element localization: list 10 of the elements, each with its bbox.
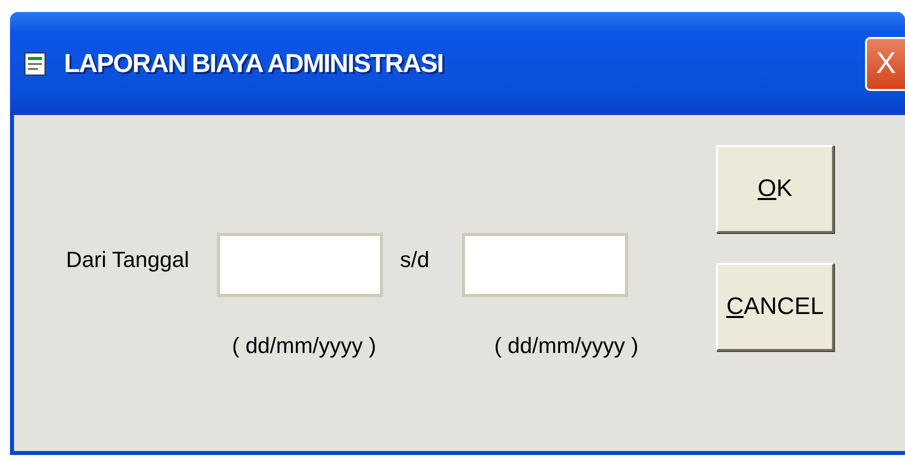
ok-button[interactable]: OK (716, 145, 834, 233)
separator-label: s/d (400, 247, 430, 273)
to-date-field[interactable] (462, 233, 628, 297)
cancel-button[interactable]: CANCEL (716, 263, 834, 351)
from-label: Dari Tanggal (66, 247, 190, 273)
from-date-field[interactable] (217, 233, 383, 297)
window-title: LAPORAN BIAYA ADMINISTRASI (64, 48, 444, 79)
date-format-hint: ( dd/mm/yyyy ) (232, 333, 376, 359)
date-format-hint: ( dd/mm/yyyy ) (494, 333, 638, 359)
close-button[interactable]: X (865, 36, 905, 90)
